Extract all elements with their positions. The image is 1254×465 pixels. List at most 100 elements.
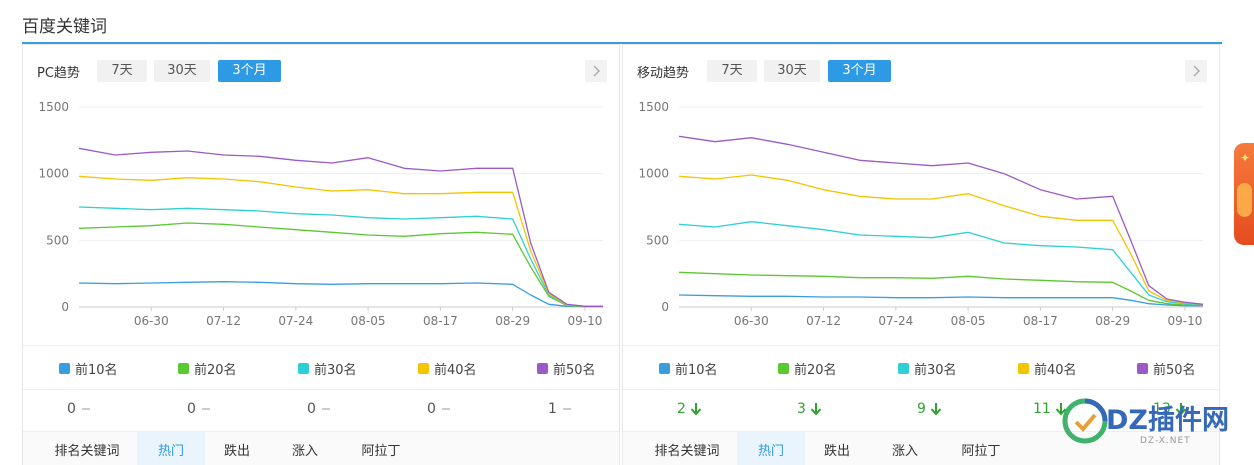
series-line-5 xyxy=(678,135,1204,305)
x-tick-label: 09-10 xyxy=(567,314,602,328)
legend-item-top40[interactable]: 前40名 xyxy=(418,359,477,378)
count-top20: 3 xyxy=(797,401,822,417)
y-tick-label: 1500 xyxy=(38,100,69,114)
legend-item-top10[interactable]: 前10名 xyxy=(59,359,118,378)
legend-item-top20[interactable]: 前20名 xyxy=(778,359,837,378)
x-tick-label: 08-05 xyxy=(351,314,386,328)
legend-item-top20[interactable]: 前20名 xyxy=(178,359,237,378)
legend-label: 前10名 xyxy=(675,363,718,378)
arrow-down-icon xyxy=(930,403,942,416)
count-value: 0 xyxy=(427,401,436,417)
x-tick-label: 08-29 xyxy=(1095,314,1130,328)
count-top10: 2 xyxy=(677,401,702,417)
count-value: 0 xyxy=(67,401,76,417)
x-tick-label: 08-17 xyxy=(423,314,458,328)
x-tick-label: 08-29 xyxy=(495,314,530,328)
count-value: 1 xyxy=(548,401,557,417)
x-tick-label: 07-24 xyxy=(878,314,913,328)
legend-item-top40[interactable]: 前40名 xyxy=(1018,359,1077,378)
panel-title: PC趋势 xyxy=(37,66,80,81)
range-7-days-button[interactable]: 7天 xyxy=(707,60,757,82)
legend-swatch xyxy=(418,363,429,374)
panel-title: 移动趋势 xyxy=(637,66,690,81)
legend-label: 前50名 xyxy=(553,363,596,378)
count-value: 2 xyxy=(677,401,686,417)
flat-dash-icon xyxy=(441,408,450,410)
count-value: 11 xyxy=(1033,401,1051,417)
watermark-logo: DZ插件网 DZ-X.NET xyxy=(1062,398,1254,448)
y-tick-label: 500 xyxy=(46,233,69,247)
count-top20: 0 xyxy=(187,401,212,417)
y-tick-label: 1500 xyxy=(638,100,669,114)
next-arrow-button[interactable] xyxy=(585,60,607,82)
range-3-months-button[interactable]: 3个月 xyxy=(218,60,281,82)
tab-hot[interactable]: 热门 xyxy=(137,432,205,465)
range-30-days-button[interactable]: 30天 xyxy=(154,60,210,82)
y-tick-label: 500 xyxy=(646,233,669,247)
legend-item-top50[interactable]: 前50名 xyxy=(537,359,596,378)
range-30-days-button[interactable]: 30天 xyxy=(764,60,820,82)
legend-label: 前50名 xyxy=(1153,363,1196,378)
range-7-days-button[interactable]: 7天 xyxy=(97,60,147,82)
mobile-trend-chart: 0 500 1000 1500 06-30 07-12 07-24 08-05 08-17 08-… xyxy=(638,100,1204,328)
tab-dropped-out[interactable]: 跌出 xyxy=(205,432,269,465)
x-tick-label: 09-10 xyxy=(1167,314,1202,328)
tab-risen-in[interactable]: 涨入 xyxy=(873,432,937,465)
count-top30: 0 xyxy=(307,401,332,417)
flat-dash-icon xyxy=(562,408,571,410)
side-promo-badge[interactable]: ✦ xyxy=(1234,143,1254,245)
x-tick-label: 07-12 xyxy=(206,314,241,328)
x-tick-label: 07-24 xyxy=(278,314,313,328)
arrow-down-icon xyxy=(810,403,822,416)
legend-item-top50[interactable]: 前50名 xyxy=(1137,359,1196,378)
legend-item-top30[interactable]: 前30名 xyxy=(298,359,357,378)
legend-label: 前20名 xyxy=(194,363,237,378)
legend-label: 前10名 xyxy=(75,363,118,378)
chevron-right-icon xyxy=(593,65,600,77)
x-tick-label: 06-30 xyxy=(134,314,169,328)
legend-label: 前30名 xyxy=(314,363,357,378)
count-value: 0 xyxy=(307,401,316,417)
count-value: 3 xyxy=(797,401,806,417)
keyword-tabs: 排名关键词 热门 跌出 涨入 阿拉丁 xyxy=(23,432,619,465)
star-icon: ✦ xyxy=(1240,151,1251,165)
legend-label: 前20名 xyxy=(794,363,837,378)
tab-ranking-keywords[interactable]: 排名关键词 xyxy=(37,432,137,465)
flat-dash-icon xyxy=(81,408,90,410)
legend-item-top10[interactable]: 前10名 xyxy=(659,359,718,378)
tab-dropped-out[interactable]: 跌出 xyxy=(805,432,869,465)
legend-label: 前30名 xyxy=(914,363,957,378)
x-tick-label: 08-05 xyxy=(951,314,986,328)
flat-dash-icon xyxy=(321,408,330,410)
series-line-1 xyxy=(678,294,1204,307)
y-tick-label: 1000 xyxy=(638,167,669,181)
series-line-2 xyxy=(78,222,603,307)
tab-aladdin[interactable]: 阿拉丁 xyxy=(945,432,1017,465)
series-line-1 xyxy=(78,281,603,308)
flat-dash-icon xyxy=(201,408,210,410)
tab-risen-in[interactable]: 涨入 xyxy=(273,432,337,465)
series-line-4 xyxy=(78,175,603,307)
legend-swatch xyxy=(298,363,309,374)
series-line-4 xyxy=(678,174,1204,305)
count-value: 9 xyxy=(917,401,926,417)
x-tick-label: 07-12 xyxy=(806,314,841,328)
series-line-2 xyxy=(678,271,1204,307)
legend-swatch xyxy=(778,363,789,374)
y-tick-label: 0 xyxy=(661,300,669,314)
legend-swatch xyxy=(178,363,189,374)
legend-swatch xyxy=(1018,363,1029,374)
legend-label: 前40名 xyxy=(434,363,477,378)
rank-count-row: 0 0 0 0 1 xyxy=(23,389,619,432)
tab-aladdin[interactable]: 阿拉丁 xyxy=(345,432,417,465)
dz-logo-icon xyxy=(1062,398,1108,444)
tab-ranking-keywords[interactable]: 排名关键词 xyxy=(637,432,737,465)
next-arrow-button[interactable] xyxy=(1185,60,1207,82)
legend-item-top30[interactable]: 前30名 xyxy=(898,359,957,378)
range-3-months-button[interactable]: 3个月 xyxy=(828,60,891,82)
pc-trend-chart: 0 500 1000 1500 06-30 07-12 07-24 08-05 08-17 08-… xyxy=(38,100,603,328)
legend-label: 前40名 xyxy=(1034,363,1077,378)
legend-swatch xyxy=(898,363,909,374)
tab-hot[interactable]: 热门 xyxy=(737,432,805,465)
x-tick-label: 06-30 xyxy=(734,314,769,328)
